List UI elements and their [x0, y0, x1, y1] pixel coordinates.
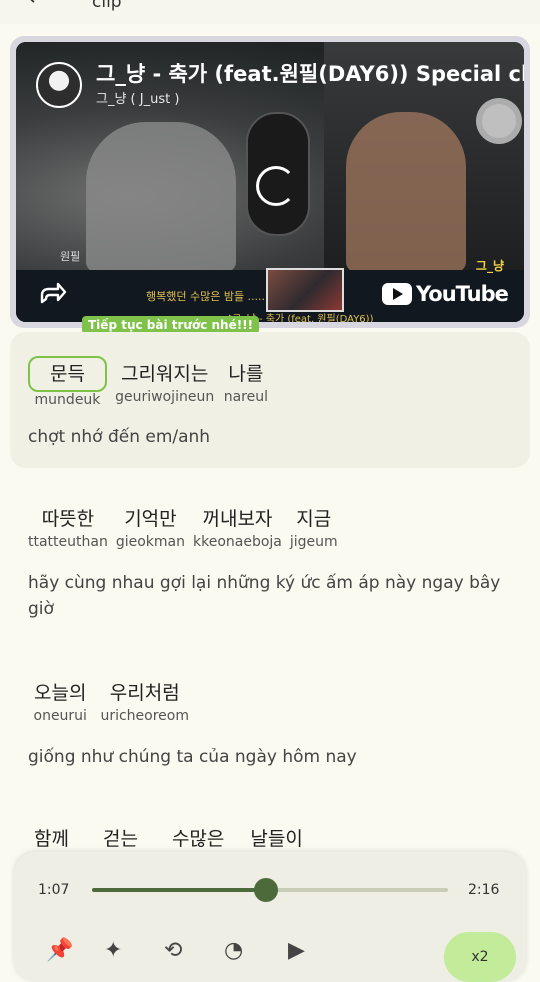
lyric-meaning: giống như chúng ta của ngày hôm nay	[28, 747, 357, 767]
repeat-icon[interactable]: ⟲	[164, 938, 182, 963]
current-time: 1:07	[38, 882, 70, 898]
lyric-word-korean: 기억만	[124, 508, 177, 530]
video-title[interactable]: 그_냥 - 축가 (feat.원필(DAY6)) Special clip	[96, 58, 524, 88]
sparkle-icon[interactable]: ✦	[104, 938, 122, 963]
share-icon[interactable]	[38, 278, 68, 308]
top-bar: ← clip	[0, 0, 540, 24]
lyric-word[interactable]: 날들이	[244, 824, 308, 854]
lyric-word-romanization: jigeum	[289, 534, 338, 550]
lyric-word[interactable]: 나를 nareul	[222, 359, 269, 408]
page-title: clip	[92, 0, 122, 12]
lyric-line[interactable]: 따뜻한 ttatteuthan 기억만 gieokman 꺼내보자 kkeona…	[10, 500, 530, 640]
lyric-word-romanization: ttatteuthan	[28, 534, 108, 550]
video-name-tag-left: 원필	[60, 250, 81, 263]
loading-spinner-icon	[256, 166, 296, 206]
lyric-word-romanization: geuriwojineun	[115, 389, 215, 405]
lyric-word-korean: 문득	[28, 356, 107, 392]
lyric-word-korean: 함께	[34, 828, 69, 850]
lyric-line[interactable]: 문득 mundeuk 그리워지는 geuriwojineun 나를 nareul…	[10, 332, 530, 468]
lyric-word[interactable]: 기억만 gieokman	[116, 504, 185, 550]
lyric-word[interactable]: 함께	[28, 824, 75, 854]
play-icon[interactable]: ▶	[288, 938, 305, 963]
lyric-word[interactable]: 오늘의 oneurui	[28, 678, 92, 724]
lyric-word-current[interactable]: 문득 mundeuk	[28, 356, 107, 408]
pin-icon[interactable]: 📌	[46, 938, 73, 963]
lyric-word-korean: 그리워지는	[120, 363, 209, 385]
progress-thumb[interactable]	[254, 878, 279, 902]
video-thumbnail-preview[interactable]	[266, 268, 344, 312]
lyric-word[interactable]: 우리처럼 uricheoreom	[100, 678, 189, 724]
lyric-word-korean: 나를	[228, 363, 264, 385]
lyric-word-romanization: mundeuk	[34, 392, 101, 408]
channel-name[interactable]: 그_냥 ( J_ust )	[96, 88, 179, 107]
speed-gauge-icon[interactable]: ◔	[224, 938, 243, 963]
lyric-word-korean: 걷는	[102, 828, 138, 850]
video-card: 원필 그_냥 행복했던 수많은 밤들 ..................지는 …	[10, 36, 530, 328]
lyric-word-korean: 오늘의	[34, 682, 87, 704]
lyric-word[interactable]: 그리워지는 geuriwojineun	[115, 359, 214, 408]
video-player[interactable]: 원필 그_냥 행복했던 수많은 밤들 ..................지는 …	[16, 42, 524, 322]
lyric-meaning: hãy cùng nhau gợi lại những ký ức ấm áp …	[28, 573, 501, 619]
youtube-label: YouTube	[416, 282, 509, 306]
lyric-word-romanization: gieokman	[115, 534, 185, 550]
video-person-left	[86, 122, 236, 272]
progress-fill	[92, 888, 267, 892]
lyric-word[interactable]: 걷는	[97, 824, 144, 854]
youtube-play-icon	[382, 283, 412, 305]
lyric-word[interactable]: 지금 jigeum	[290, 504, 338, 550]
lyric-word-romanization: uricheoreom	[100, 708, 189, 724]
lyric-word-korean: 우리처럼	[109, 682, 180, 704]
lyric-word[interactable]: 꺼내보자 kkeonaeboja	[193, 504, 282, 550]
lyric-word-romanization: kkeonaeboja	[193, 534, 282, 550]
lyric-word-korean: 꺼내보자	[202, 508, 273, 530]
youtube-logo[interactable]: YouTube	[382, 282, 509, 306]
video-person-right	[346, 112, 466, 272]
lyric-word-romanization: nareul	[223, 389, 268, 405]
progress-slider[interactable]	[92, 878, 448, 902]
lyric-word-romanization: oneurui	[33, 708, 87, 724]
lyric-word-korean: 따뜻한	[41, 508, 95, 530]
lyric-word-korean: 지금	[296, 508, 332, 530]
audio-player-panel: 1:07 2:16 📌 ✦ ⟲ ◔ ▶ x2	[14, 852, 526, 982]
lyric-meaning: chợt nhớ đến em/anh	[28, 427, 211, 447]
channel-avatar[interactable]	[36, 62, 82, 108]
total-time: 2:16	[468, 882, 500, 898]
lyric-word[interactable]: 수많은	[166, 824, 230, 854]
lyric-word-korean: 수많은	[171, 828, 225, 850]
floating-assistive-button[interactable]	[476, 98, 522, 144]
lyric-line[interactable]: 오늘의 oneurui 우리처럼 uricheoreom giống như c…	[10, 674, 530, 784]
video-name-tag-right: 그_냥	[475, 259, 504, 273]
arrow-left-icon[interactable]: ←	[28, 0, 46, 11]
lyric-word[interactable]: 따뜻한 ttatteuthan	[28, 504, 108, 550]
speed-button[interactable]: x2	[444, 932, 516, 982]
lyric-word-korean: 날들이	[250, 828, 303, 850]
